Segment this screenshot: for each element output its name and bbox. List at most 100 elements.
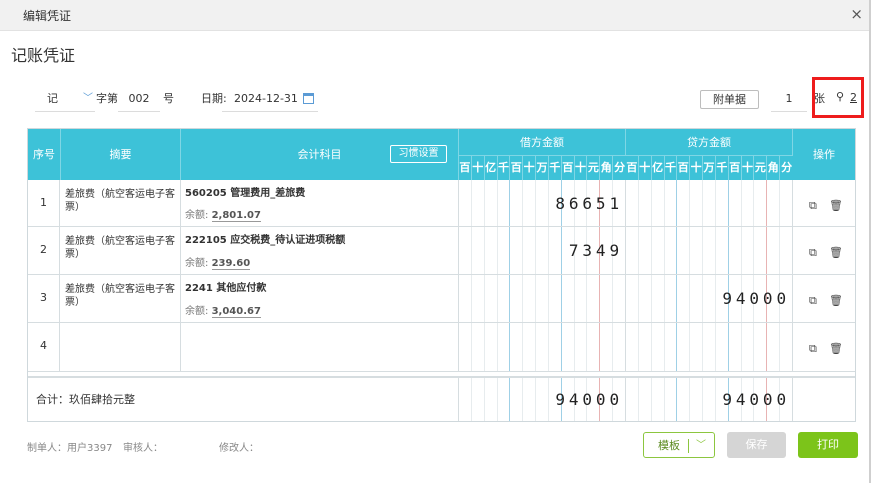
balance-value[interactable]: 3,040.67	[211, 306, 261, 318]
digit-column	[498, 275, 511, 322]
page-title: 记账凭证	[11, 46, 76, 65]
digit-column	[729, 323, 742, 371]
account-balance: 余额: 239.60	[185, 254, 251, 270]
trash-icon[interactable]: 🗑	[829, 246, 843, 259]
digit-column	[549, 323, 562, 371]
trash-icon[interactable]: 🗑	[829, 199, 843, 212]
account-name: 560205 管理费用_差旅费	[185, 188, 306, 199]
print-button[interactable]: 打印	[798, 432, 858, 458]
voucher-number-input[interactable]: 002	[118, 86, 160, 112]
dialog-header: 编辑凭证 ×	[0, 0, 871, 31]
digit-column	[472, 275, 485, 322]
copy-icon[interactable]: ⧉	[809, 246, 817, 260]
balance-label: 余额:	[185, 258, 209, 269]
account-cell[interactable]	[181, 323, 459, 371]
credit-cell[interactable]	[626, 180, 793, 226]
debit-cell[interactable]	[459, 323, 626, 371]
balance-value[interactable]: 2,801.07	[211, 210, 261, 222]
digit-unit-header: 十	[639, 156, 652, 180]
trash-icon[interactable]: 🗑	[829, 294, 843, 307]
digit-unit-header: 千	[716, 156, 729, 180]
digit-column	[626, 323, 639, 371]
digit-unit-header: 十	[523, 156, 537, 180]
template-divider	[688, 439, 689, 453]
trash-icon[interactable]: 🗑	[829, 342, 843, 355]
copy-icon[interactable]: ⧉	[809, 294, 817, 308]
digit-unit-header: 亿	[652, 156, 665, 180]
credit-cell[interactable]: 94000	[626, 275, 793, 322]
attachment-count-input[interactable]: 1	[771, 86, 807, 112]
digit-column	[536, 323, 549, 371]
highlight-box	[812, 77, 864, 118]
digit-column	[587, 275, 601, 322]
account-cell[interactable]: 560205 管理费用_差旅费 余额: 2,801.07	[181, 180, 459, 226]
account-cell[interactable]: 2241 其他应付款 余额: 3,040.67	[181, 275, 459, 322]
copy-icon[interactable]: ⧉	[809, 342, 817, 356]
digit-column	[754, 227, 768, 274]
chevron-down-icon[interactable]: ﹀	[696, 433, 706, 459]
digit-column	[498, 323, 511, 371]
digit-unit-header: 百	[677, 156, 691, 180]
header-index: 序号	[28, 129, 61, 180]
digit-unit-header: 亿	[485, 156, 498, 180]
credit-cell[interactable]	[626, 227, 793, 274]
table-row: 2 差旅费（航空客运电子客票） 222105 应交税费_待认证进项税额 余额: 239…	[28, 227, 855, 275]
balance-value[interactable]: 239.60	[211, 258, 251, 270]
account-cell[interactable]: 222105 应交税费_待认证进项税额 余额: 239.60	[181, 227, 459, 274]
debit-unit-header: 百十亿千百十万千百十元角分	[459, 129, 626, 180]
digit-column	[523, 378, 537, 421]
digit-column	[652, 378, 665, 421]
digit-column	[498, 378, 511, 421]
summary-cell[interactable]: 差旅费（航空客运电子客票）	[61, 227, 181, 274]
digit-column	[562, 323, 575, 371]
digit-column	[703, 378, 716, 421]
modifier-label: 修改人：	[219, 443, 259, 454]
debit-cell[interactable]: 86651	[459, 180, 626, 226]
table-row: 4 ⧉ 🗑	[28, 323, 855, 372]
credit-cell[interactable]	[626, 323, 793, 371]
digit-column	[639, 378, 652, 421]
digit-column	[575, 323, 588, 371]
calendar-icon[interactable]	[303, 93, 314, 104]
digit-column	[729, 227, 742, 274]
digit-unit-header: 元	[587, 156, 601, 180]
digit-column	[472, 323, 485, 371]
account-balance: 余额: 3,040.67	[185, 302, 261, 318]
debit-cell[interactable]	[459, 275, 626, 322]
table-header: 序号 摘要 会计科目 习惯设置 借方金额 贷方金额 百十亿千百十万千百十元角分 …	[28, 129, 855, 180]
digit-unit-header: 角	[767, 156, 781, 180]
digit-column	[690, 323, 704, 371]
debit-cell[interactable]: 7349	[459, 227, 626, 274]
digit-column	[742, 323, 755, 371]
dialog-title: 编辑凭证	[23, 9, 72, 23]
total-debit-amount: 94000	[555, 390, 623, 409]
digit-column	[767, 323, 781, 371]
template-button[interactable]: 模板 ﹀	[643, 432, 715, 458]
row-actions: ⧉ 🗑	[793, 323, 855, 371]
total-label-cell: 合计：玖佰肆拾元整	[28, 378, 459, 421]
total-credit-cell[interactable]: 94000	[626, 378, 793, 421]
voucher-type-select[interactable]: 记 ﹀	[35, 86, 95, 112]
digit-unit-header: 十	[575, 156, 588, 180]
digit-column	[626, 227, 639, 274]
copy-icon[interactable]: ⧉	[809, 199, 817, 213]
close-icon[interactable]: ×	[850, 5, 863, 23]
digit-column	[677, 227, 691, 274]
summary-cell[interactable]	[61, 323, 181, 371]
save-button[interactable]: 保存	[727, 432, 786, 458]
maker-label: 制单人：用户3397	[27, 443, 113, 454]
summary-cell[interactable]: 差旅费（航空客运电子客票）	[61, 275, 181, 322]
zi-label: 字第	[96, 92, 118, 105]
digit-column	[562, 275, 575, 322]
digit-column	[690, 227, 704, 274]
digit-column	[600, 323, 614, 371]
table-row: 1 差旅费（航空客运电子客票） 560205 管理费用_差旅费 余额: 2,801.0…	[28, 180, 855, 227]
total-debit-cell[interactable]: 94000	[459, 378, 626, 421]
digit-column	[472, 378, 485, 421]
total-empty-cell	[793, 378, 855, 421]
digit-column	[639, 275, 652, 322]
digit-unit-header: 十	[472, 156, 485, 180]
summary-cell[interactable]: 差旅费（航空客运电子客票）	[61, 180, 181, 226]
attachment-button[interactable]: 附单据	[700, 90, 759, 109]
habit-settings-button[interactable]: 习惯设置	[390, 145, 447, 163]
